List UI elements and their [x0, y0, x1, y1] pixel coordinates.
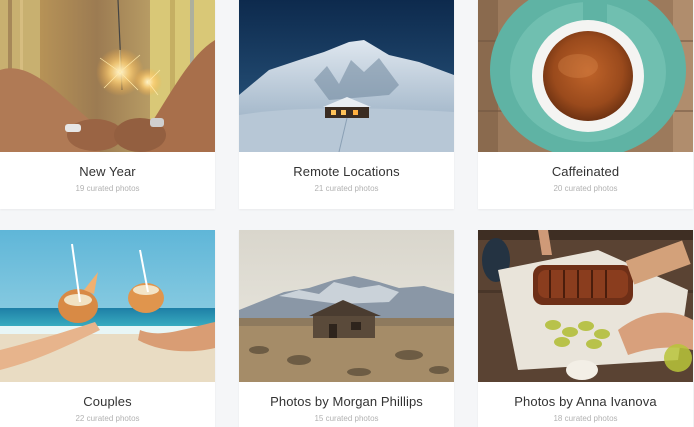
- collection-title[interactable]: Photos by Morgan Phillips: [239, 394, 454, 409]
- collection-title[interactable]: New Year: [0, 164, 215, 179]
- collections-grid: New Year 19 curated photos Remote Locati…: [0, 0, 694, 427]
- collection-cover-image[interactable]: [0, 0, 215, 152]
- sparkler-hands-photo: [0, 0, 215, 152]
- collection-card-couples[interactable]: Couples 22 curated photos: [0, 230, 215, 427]
- coffee-cup-photo: [478, 0, 693, 152]
- collection-card-remote-locations[interactable]: Remote Locations 21 curated photos: [239, 0, 454, 209]
- snowy-cabin-photo: [239, 0, 454, 152]
- collection-card-caffeinated[interactable]: Caffeinated 20 curated photos: [478, 0, 693, 209]
- collection-card-new-year[interactable]: New Year 19 curated photos: [0, 0, 215, 209]
- collection-photo-count: 21 curated photos: [314, 184, 379, 193]
- collection-cover-image[interactable]: [239, 230, 454, 382]
- collection-photo-count: 15 curated photos: [314, 414, 379, 423]
- coconut-drinks-photo: [0, 230, 215, 382]
- desert-shack-photo: [239, 230, 454, 382]
- collection-cover-image[interactable]: [478, 230, 693, 382]
- collection-card-anna-ivanova[interactable]: Photos by Anna Ivanova 18 curated photos: [478, 230, 693, 427]
- collection-cover-image[interactable]: [239, 0, 454, 152]
- collection-card-morgan-phillips[interactable]: Photos by Morgan Phillips 15 curated pho…: [239, 230, 454, 427]
- collection-photo-count: 18 curated photos: [553, 414, 618, 423]
- collection-title[interactable]: Remote Locations: [239, 164, 454, 179]
- collection-cover-image[interactable]: [0, 230, 215, 382]
- collection-photo-count: 19 curated photos: [75, 184, 140, 193]
- collection-title[interactable]: Photos by Anna Ivanova: [478, 394, 693, 409]
- collection-title[interactable]: Caffeinated: [478, 164, 693, 179]
- collection-cover-image[interactable]: [478, 0, 693, 152]
- collection-title[interactable]: Couples: [0, 394, 215, 409]
- collection-photo-count: 22 curated photos: [75, 414, 140, 423]
- ribs-feast-photo: [478, 230, 693, 382]
- collection-photo-count: 20 curated photos: [553, 184, 618, 193]
